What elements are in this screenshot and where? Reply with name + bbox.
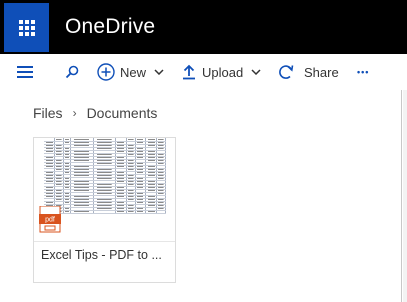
plus-circle-icon bbox=[97, 63, 115, 81]
breadcrumb-item-documents[interactable]: Documents bbox=[87, 105, 158, 121]
upload-icon bbox=[183, 64, 195, 80]
more-actions-button[interactable]: ••• bbox=[357, 54, 369, 90]
share-button[interactable]: Share bbox=[278, 54, 339, 90]
breadcrumb: Files › Documents bbox=[33, 105, 157, 121]
more-icon: ••• bbox=[357, 67, 370, 77]
app-title[interactable]: OneDrive bbox=[65, 15, 155, 39]
new-button[interactable]: New bbox=[97, 54, 164, 90]
scroll-gutter bbox=[403, 90, 407, 302]
new-button-label: New bbox=[120, 64, 147, 80]
tile-divider bbox=[34, 241, 175, 242]
hamburger-icon bbox=[17, 66, 33, 78]
share-button-label: Share bbox=[304, 64, 339, 80]
breadcrumb-item-files[interactable]: Files bbox=[33, 105, 63, 121]
pdf-file-icon: pdf bbox=[39, 206, 61, 233]
suite-header: OneDrive bbox=[0, 0, 407, 54]
file-tile[interactable]: pdf Excel Tips - PDF to ... bbox=[33, 137, 176, 283]
breadcrumb-separator: › bbox=[72, 106, 77, 120]
pdf-badge-label: pdf bbox=[45, 217, 55, 224]
command-bar: New Upload Share ••• bbox=[0, 54, 407, 90]
chevron-down-icon bbox=[154, 69, 164, 75]
upload-button-label: Upload bbox=[202, 64, 244, 80]
chevron-down-icon bbox=[251, 69, 261, 75]
app-launcher-button[interactable] bbox=[4, 3, 49, 52]
file-name: Excel Tips - PDF to ... bbox=[41, 248, 162, 262]
search-icon bbox=[65, 65, 79, 79]
search-button[interactable] bbox=[65, 54, 79, 90]
upload-button[interactable]: Upload bbox=[182, 54, 261, 90]
waffle-icon bbox=[18, 19, 35, 36]
nav-menu-button[interactable] bbox=[17, 54, 33, 90]
share-icon bbox=[279, 65, 294, 79]
